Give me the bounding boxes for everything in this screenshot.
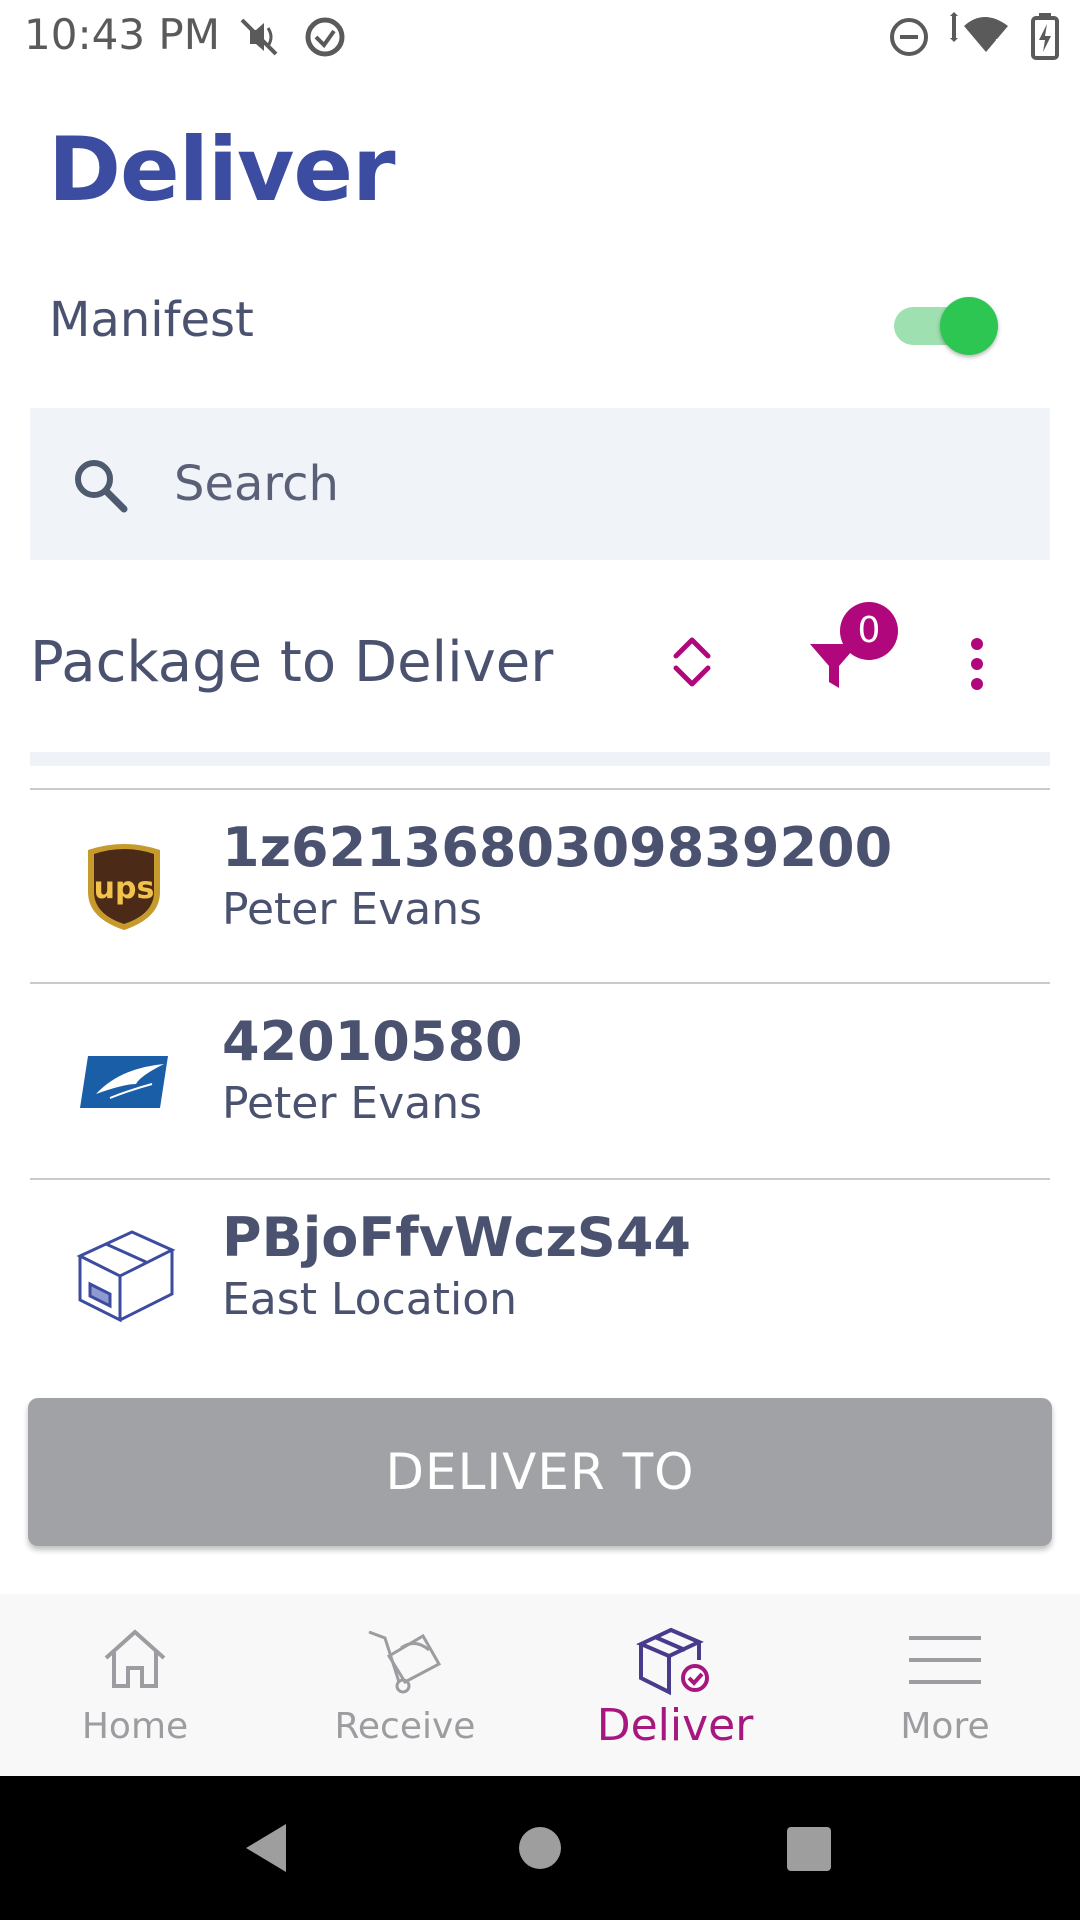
- tracking-number: 42010580: [222, 1010, 523, 1073]
- status-bar: 10:43 PM 5: [0, 0, 1080, 72]
- receive-icon: [368, 1630, 442, 1694]
- more-vert-icon[interactable]: [962, 634, 992, 694]
- system-nav-bar: [0, 1776, 1080, 1920]
- filter-count-badge: 0: [840, 602, 898, 660]
- svg-text:ups: ups: [94, 871, 155, 906]
- nav-deliver[interactable]: Deliver: [540, 1594, 810, 1776]
- nav-more[interactable]: More: [810, 1594, 1080, 1776]
- list-item[interactable]: ups 1z6213680309839200 Peter Evans: [30, 790, 1050, 982]
- wifi-icon: 5: [950, 12, 1008, 57]
- list-header-strip: [30, 752, 1050, 766]
- mute-vibrate-icon: [240, 18, 278, 56]
- recents-icon[interactable]: [786, 1826, 832, 1872]
- battery-charging-icon: [1031, 13, 1059, 60]
- list-item[interactable]: PBjoFfvWczS44 East Location: [30, 1180, 1050, 1372]
- recipient-name: Peter Evans: [222, 884, 483, 935]
- tracking-number: 1z6213680309839200: [222, 816, 893, 879]
- menu-icon: [909, 1636, 981, 1684]
- ups-logo: ups: [88, 844, 160, 930]
- nav-receive[interactable]: Receive: [270, 1594, 540, 1776]
- nav-deliver-label: Deliver: [596, 1700, 754, 1751]
- do-not-disturb-icon: [890, 18, 928, 56]
- page-title: Deliver: [48, 118, 396, 221]
- nav-home[interactable]: Home: [0, 1594, 270, 1776]
- recipient-name: East Location: [222, 1274, 518, 1325]
- manifest-toggle[interactable]: [894, 297, 1002, 355]
- svg-text:5: 5: [994, 36, 1005, 57]
- list-item[interactable]: 42010580 Peter Evans: [30, 984, 1050, 1176]
- deliver-icon: [636, 1627, 709, 1696]
- toggle-knob: [940, 297, 998, 355]
- tracking-number: PBjoFfvWczS44: [222, 1206, 691, 1269]
- sort-icon[interactable]: [666, 632, 718, 692]
- nav-receive-label: Receive: [334, 1706, 476, 1747]
- search-icon: [75, 460, 128, 513]
- section-title: Package to Deliver: [30, 630, 554, 695]
- search-input[interactable]: [174, 452, 974, 516]
- usps-logo: [80, 1056, 168, 1108]
- deliver-to-button[interactable]: DELIVER TO: [28, 1398, 1052, 1546]
- home-button-icon[interactable]: [518, 1826, 562, 1870]
- nav-more-label: More: [900, 1706, 990, 1747]
- nav-home-label: Home: [81, 1706, 189, 1747]
- recipient-name: Peter Evans: [222, 1078, 483, 1129]
- box-icon: [76, 1230, 176, 1323]
- status-time: 10:43 PM: [24, 10, 220, 59]
- manifest-label: Manifest: [49, 292, 254, 348]
- back-icon[interactable]: [242, 1822, 290, 1874]
- bottom-nav: Home Receive Deliver More: [0, 1594, 1080, 1776]
- sync-icon: [305, 17, 345, 57]
- home-icon: [104, 1629, 166, 1688]
